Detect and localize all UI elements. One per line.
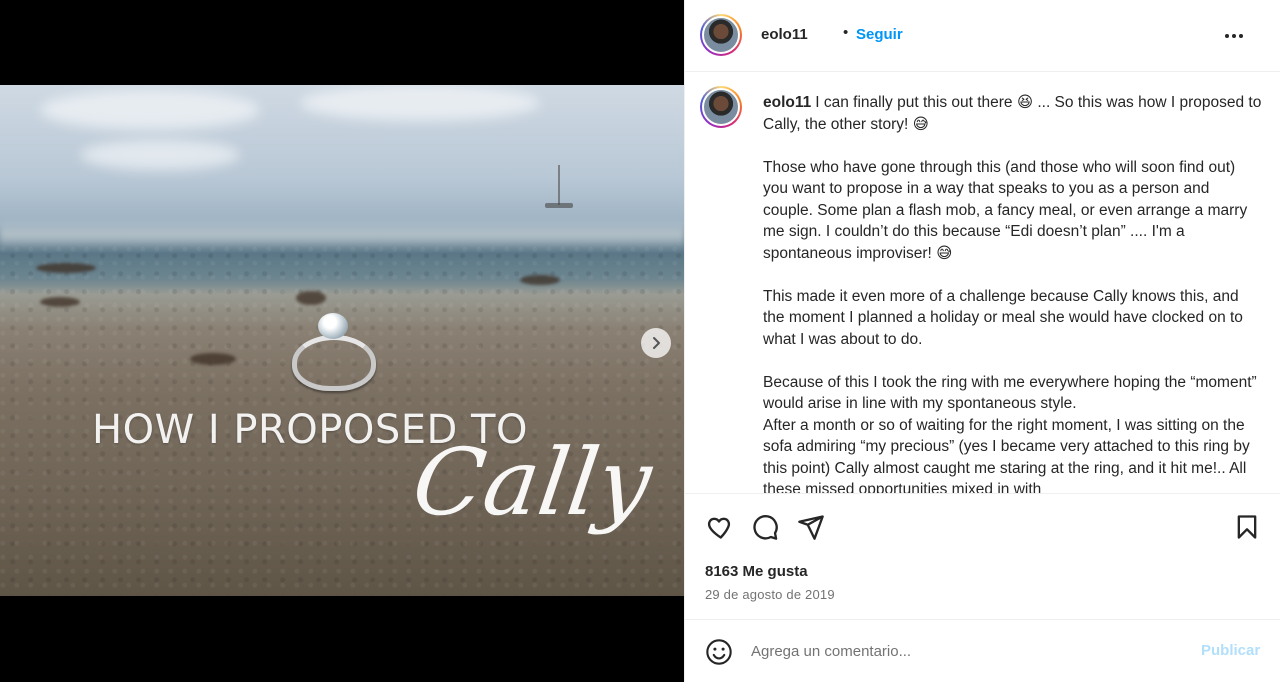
caption-avatar[interactable]: [700, 86, 742, 128]
caption-paragraph: This made it even more of a challenge be…: [763, 287, 1243, 348]
action-bar: [685, 495, 1280, 555]
sailboat-mast: [558, 165, 560, 205]
beach-debris: [190, 353, 236, 365]
cloud: [40, 90, 260, 130]
header-separator: •: [843, 24, 849, 41]
caption-paragraph: Because of this I took the ring with me …: [763, 373, 1257, 413]
post-side-panel: eolo11 • Seguir eolo11 I can finally put …: [684, 0, 1280, 682]
image-script-name: Cally: [406, 429, 658, 536]
publish-button[interactable]: Publicar: [1201, 642, 1260, 659]
save-button[interactable]: [1233, 513, 1261, 541]
avatar-image: [702, 88, 740, 126]
comment-button[interactable]: [751, 513, 779, 541]
beach-debris: [520, 275, 560, 285]
post-modal: HOW I PROPOSED TO Cally eolo11 • Seguir: [0, 0, 1280, 682]
ring-diamond: [318, 313, 348, 339]
smiley-icon: [706, 639, 732, 665]
chevron-right-icon: [653, 337, 660, 349]
comment-bar: Publicar: [685, 619, 1280, 682]
header-username[interactable]: eolo11: [761, 26, 808, 43]
post-header: eolo11 • Seguir: [685, 0, 1280, 72]
like-button[interactable]: [705, 513, 733, 541]
bookmark-icon: [1237, 515, 1257, 539]
caption-text: I can finally put this out there 😆 ... S…: [763, 94, 1262, 133]
emoji-button[interactable]: [705, 638, 733, 666]
avatar-image: [702, 16, 740, 54]
ring-band: [292, 335, 376, 391]
follow-button[interactable]: Seguir: [856, 26, 903, 43]
carousel-next-button[interactable]: [641, 328, 671, 358]
comment-icon: [753, 515, 778, 540]
post-date[interactable]: 29 de agosto de 2019: [705, 587, 835, 602]
caption-paragraph: eolo11 I can finally put this out there 😆…: [763, 92, 1263, 135]
post-photo[interactable]: HOW I PROPOSED TO Cally: [0, 85, 684, 596]
paper-plane-icon: [798, 515, 824, 540]
like-count[interactable]: 8163 Me gusta: [705, 563, 808, 580]
heart-icon: [707, 517, 731, 539]
post-caption: eolo11 I can finally put this out there 😆…: [763, 92, 1263, 494]
post-media: HOW I PROPOSED TO Cally: [0, 0, 684, 682]
more-options-button[interactable]: [1219, 24, 1249, 48]
sailboat-hull: [545, 203, 573, 208]
comment-input[interactable]: [751, 638, 1181, 664]
beach-debris: [296, 291, 326, 305]
share-button[interactable]: [797, 513, 825, 541]
caption-paragraph: Those who have gone through this (and th…: [763, 158, 1248, 262]
caption-scroll-area[interactable]: eolo11 I can finally put this out there 😆…: [685, 72, 1280, 494]
beach-debris: [36, 263, 96, 273]
engagement-ring: [288, 313, 380, 393]
beach-debris: [40, 297, 80, 307]
cloud: [300, 85, 540, 121]
caption-paragraph: After a month or so of waiting for the r…: [763, 416, 1250, 494]
more-dot: [1239, 34, 1243, 38]
more-dot: [1232, 34, 1236, 38]
more-dot: [1225, 34, 1229, 38]
caption-username[interactable]: eolo11: [763, 94, 811, 111]
cloud: [80, 140, 240, 170]
avatar[interactable]: [700, 14, 742, 56]
